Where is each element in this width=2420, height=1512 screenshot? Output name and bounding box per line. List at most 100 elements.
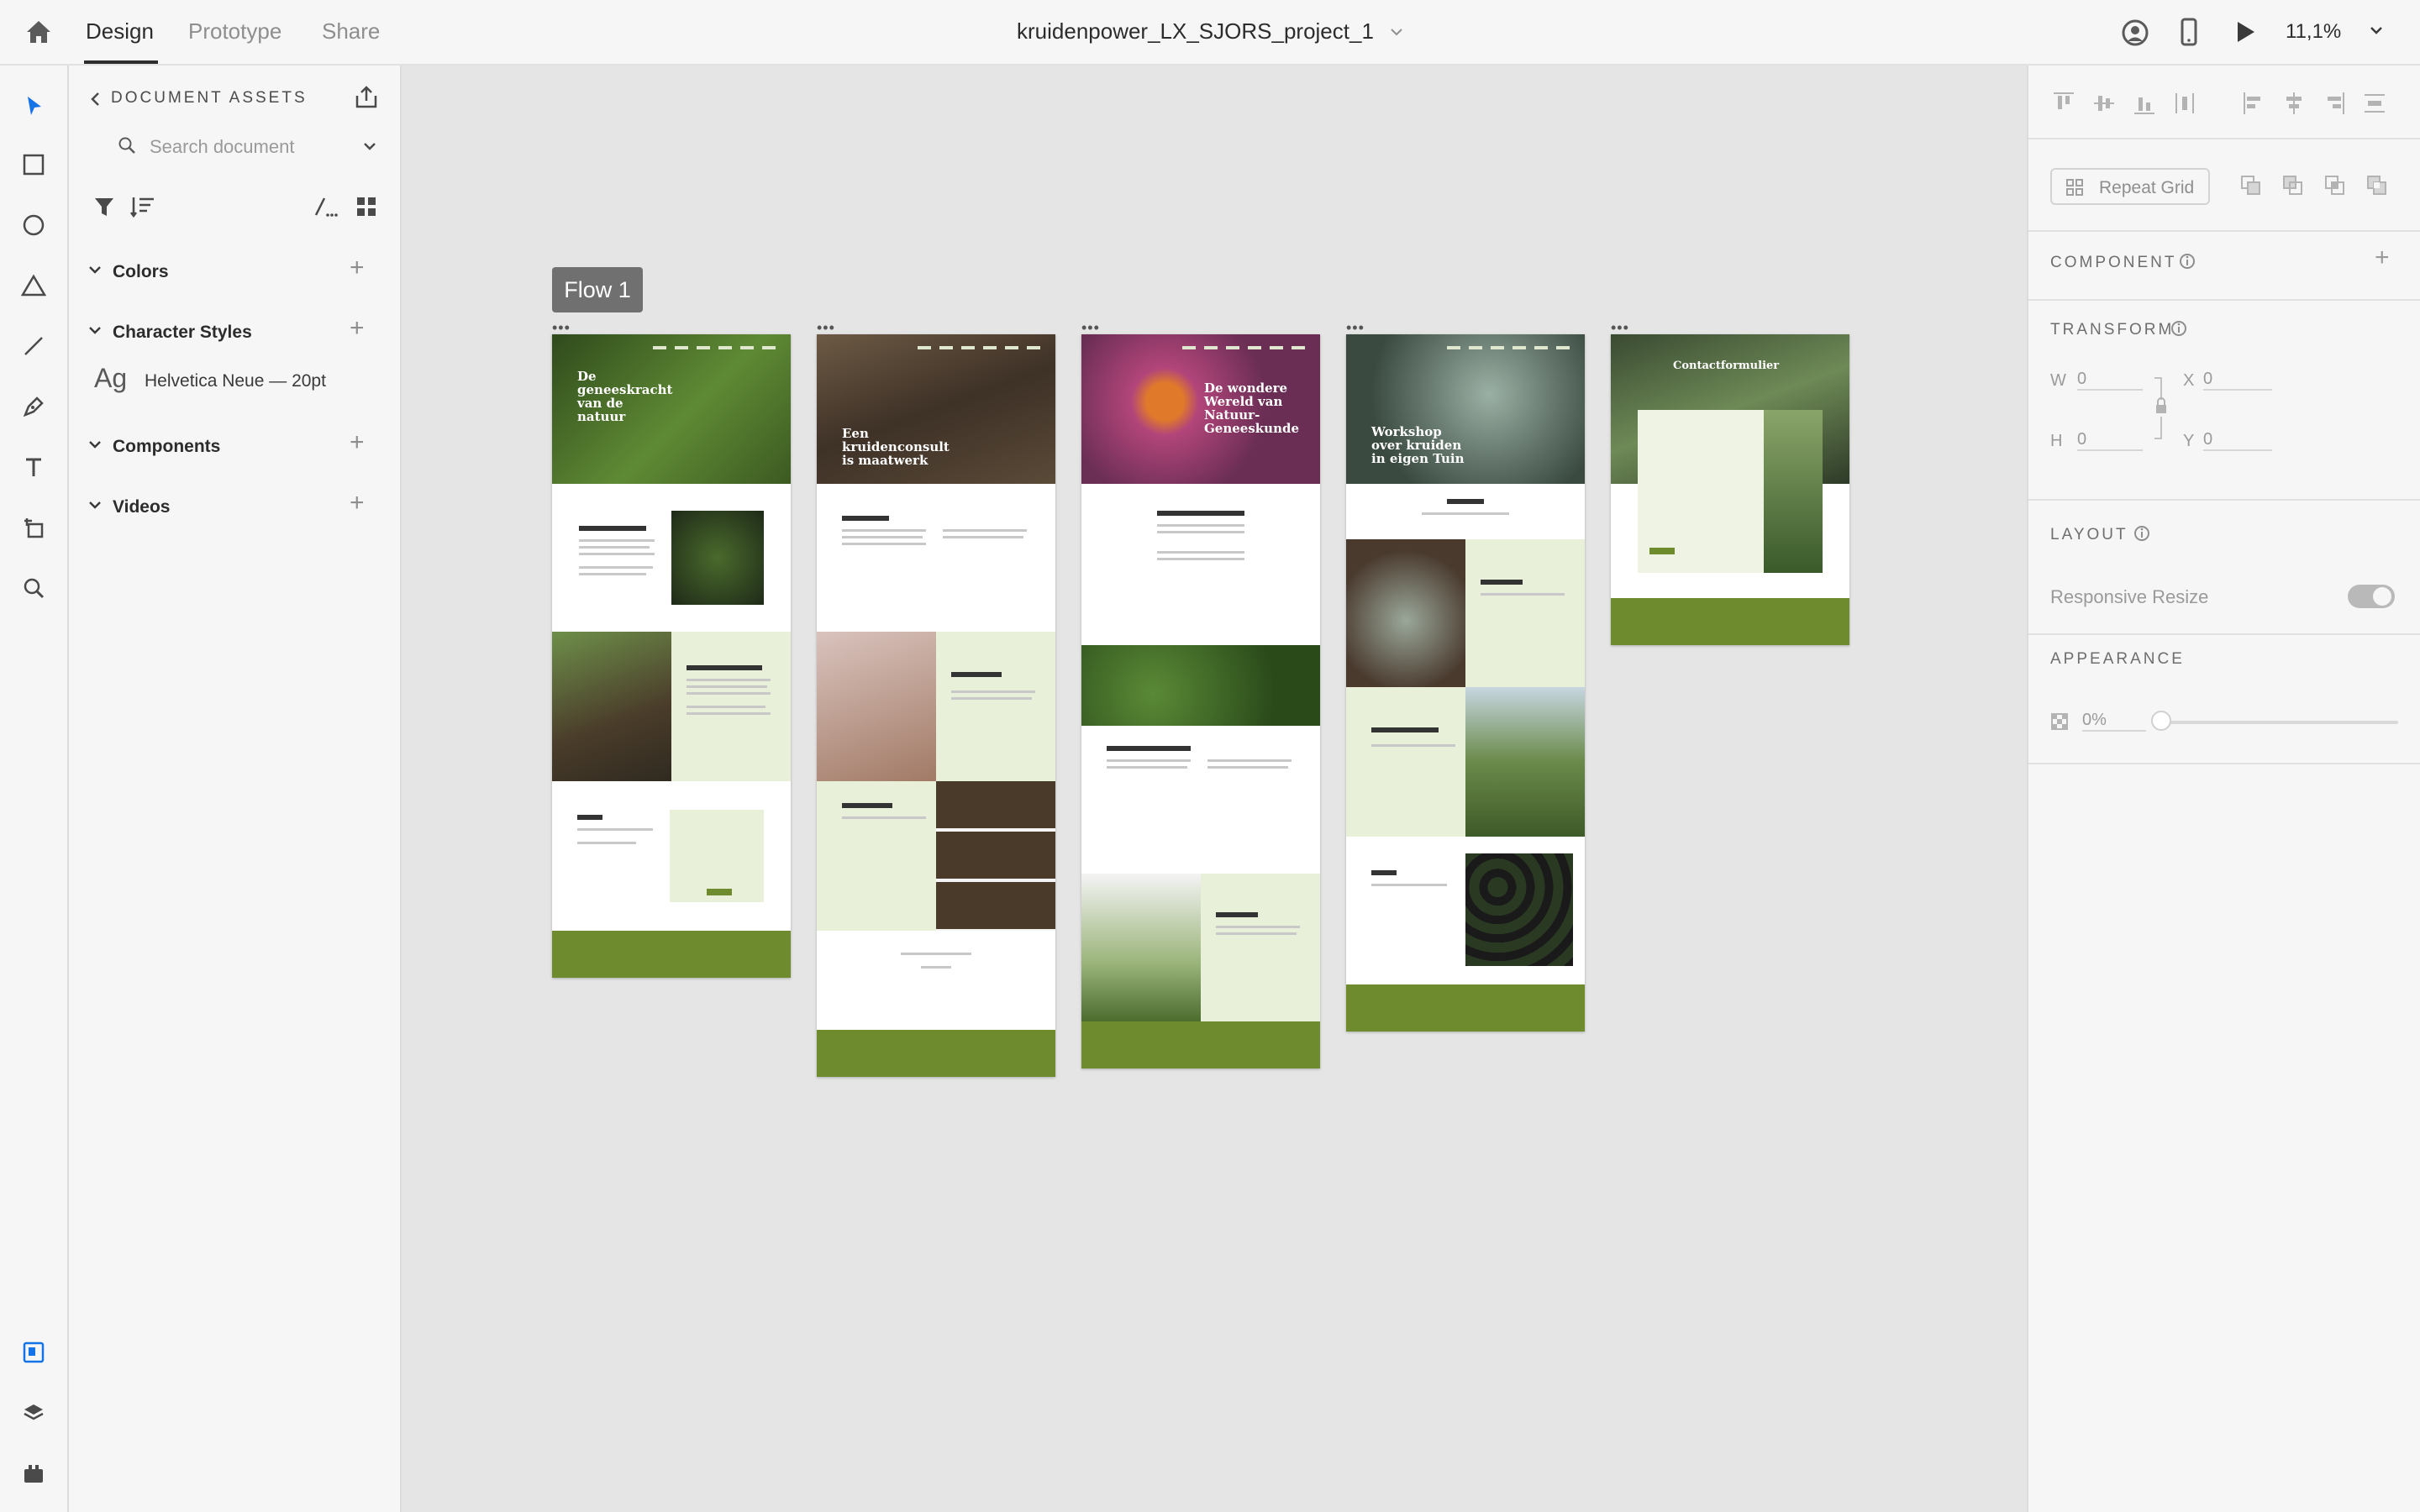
text-line [1157,558,1244,560]
chevron-down-icon[interactable] [87,437,103,452]
mobile-preview-icon[interactable] [2176,17,2202,47]
ellipse-tool-icon[interactable] [17,208,50,242]
y-field[interactable]: 0 [2203,430,2272,451]
x-field[interactable]: 0 [2203,370,2272,391]
select-tool-icon[interactable] [17,89,50,123]
width-label: W [2050,371,2066,390]
height-label: H [2050,432,2063,450]
opacity-slider-track[interactable] [2160,721,2398,724]
x-label: X [2183,371,2195,390]
grid-view-icon[interactable] [355,195,378,218]
text-line [579,573,646,575]
text-line [842,816,926,819]
align-left-icon[interactable] [2242,91,2265,116]
distribute-vertical-icon[interactable] [2173,91,2196,116]
section-heading [1216,912,1258,917]
text-line [1107,759,1191,762]
document-assets-panel: DOCUMENT ASSETS Search document Colors +… [69,66,402,1512]
plugins-panel-icon[interactable] [17,1457,50,1490]
chevron-down-icon[interactable] [87,262,103,277]
plant-photo [671,511,764,605]
contact-heading [577,815,602,820]
info-icon[interactable] [2133,524,2151,543]
align-middle-icon[interactable] [2092,91,2116,116]
text-line [687,685,767,688]
tab-share[interactable]: Share [322,18,380,45]
export-icon[interactable] [353,84,380,111]
repeat-grid-button[interactable]: Repeat Grid [2050,168,2210,205]
section-heading [1107,746,1191,751]
path-view-icon[interactable] [313,195,338,218]
add-component-button[interactable]: + [350,428,365,457]
opacity-slider-handle[interactable] [2151,711,2171,731]
search-dropdown-icon[interactable] [361,138,378,155]
boolean-add-icon[interactable] [2238,173,2264,198]
search-icon [118,136,136,155]
submit-button [1649,548,1675,554]
align-bottom-icon[interactable] [2133,91,2156,116]
back-chevron-icon[interactable] [87,89,104,109]
character-style-name: Helvetica Neue — 20pt [145,371,326,391]
text-tool-icon[interactable] [17,450,50,484]
chevron-down-icon[interactable] [87,497,103,512]
chevron-down-icon[interactable] [2368,22,2385,39]
boolean-exclude-icon[interactable] [2365,173,2390,198]
section-character-styles[interactable]: Character Styles [113,323,252,343]
align-center-icon[interactable] [2282,91,2306,116]
filter-icon[interactable] [92,195,116,218]
y-label: Y [2183,432,2195,450]
section-components[interactable]: Components [113,437,220,457]
line-tool-icon[interactable] [17,329,50,363]
height-field[interactable]: 0 [2077,430,2143,451]
section-colors[interactable]: Colors [113,262,169,282]
responsive-resize-toggle[interactable] [2348,585,2395,608]
user-coediting-icon[interactable] [2121,18,2149,47]
sort-icon[interactable] [129,195,156,218]
text-line [1216,932,1297,935]
chevron-down-icon[interactable] [87,323,103,338]
artboard-contact[interactable]: Contactformulier [1611,334,1849,645]
boolean-intersect-icon[interactable] [2323,173,2348,198]
lock-aspect-icon[interactable] [2151,375,2171,442]
polygon-tool-icon[interactable] [17,269,50,302]
add-character-style-button[interactable]: + [350,314,365,343]
artboard-home[interactable]: De geneeskracht van de natuur [552,334,791,978]
zoom-tool-icon[interactable] [17,571,50,605]
section-videos[interactable]: Videos [113,497,170,517]
add-video-button[interactable]: + [350,489,365,517]
play-icon[interactable] [2232,18,2259,45]
distribute-horizontal-icon[interactable] [2363,91,2386,116]
section-heading [1447,499,1484,504]
footer [817,1030,1055,1077]
assets-panel-icon[interactable] [17,1336,50,1369]
home-icon[interactable] [24,17,54,47]
boolean-subtract-icon[interactable] [2281,173,2306,198]
tab-prototype[interactable]: Prototype [188,18,281,45]
character-style-item[interactable]: Ag Helvetica Neue — 20pt [92,360,378,402]
tab-design[interactable]: Design [86,18,154,45]
character-style-sample: Ag [94,363,128,393]
document-title[interactable]: kruidenpower_LX_SJORS_project_1 [1017,18,1374,45]
layers-panel-icon[interactable] [17,1396,50,1430]
flow-label[interactable]: Flow 1 [552,267,643,312]
artboard-workshop[interactable]: Workshop over kruiden in eigen Tuin [1346,334,1585,1032]
artboard-kruidenconsult[interactable]: Een kruidenconsult is maatwerk [817,334,1055,1077]
chevron-down-icon[interactable] [1388,24,1405,40]
add-color-button[interactable]: + [350,254,365,282]
divider [2028,633,2420,635]
add-component-button[interactable]: + [2375,244,2390,272]
rectangle-tool-icon[interactable] [17,148,50,181]
opacity-field[interactable]: 0% [2082,711,2146,732]
width-field[interactable]: 0 [2077,370,2143,391]
zoom-level[interactable]: 11,1% [2286,20,2341,44]
align-right-icon[interactable] [2323,91,2346,116]
text-line [687,692,771,695]
info-icon[interactable] [2178,252,2196,270]
footer [552,931,791,978]
align-top-icon[interactable] [2052,91,2075,116]
divider [2028,499,2420,501]
artboard-tool-icon[interactable] [17,511,50,544]
info-icon[interactable] [2170,319,2188,338]
pen-tool-icon[interactable] [17,390,50,423]
artboard-natuurgeneeskunde[interactable]: De wondere Wereld van Natuur-Geneeskunde [1081,334,1320,1068]
